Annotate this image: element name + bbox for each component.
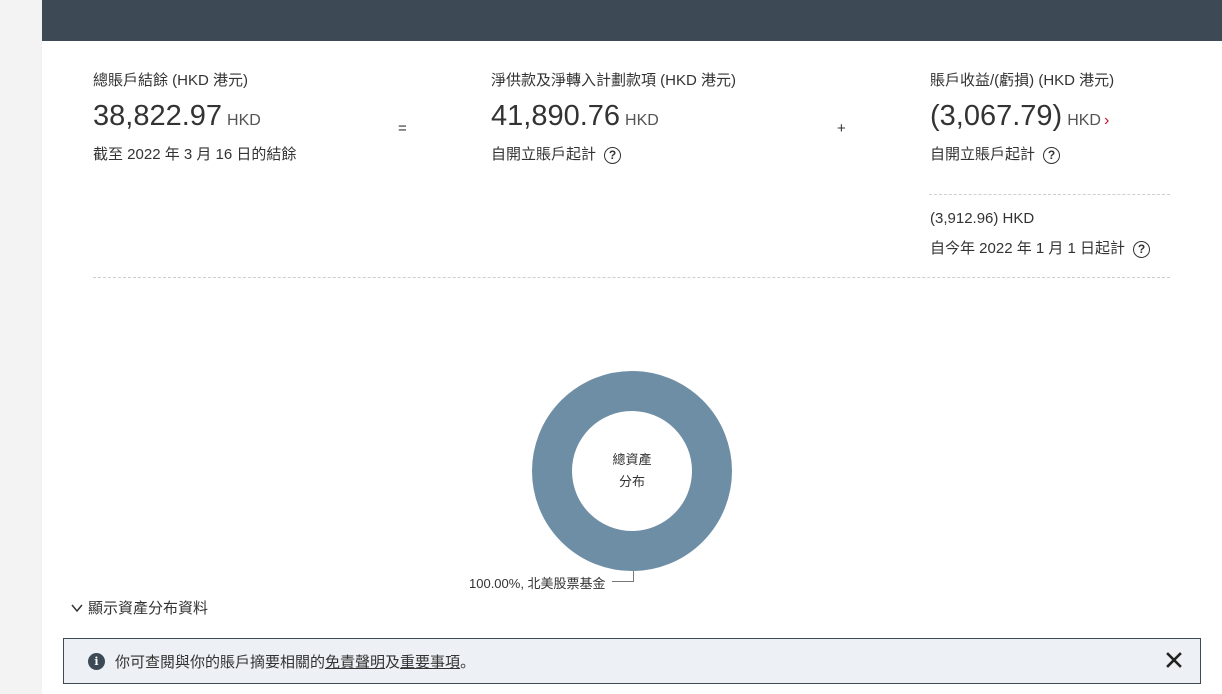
ytd-note: 自今年 2022 年 1 月 1 日起計 — [930, 240, 1126, 257]
balance-label: 總賬戶結餘 (HKD 港元) — [93, 72, 248, 89]
contributions-note: 自開立賬戶起計 — [491, 146, 597, 163]
slice-label: 100.00%, 北美股票基金 — [469, 576, 606, 591]
balance-date-note: 截至 2022 年 3 月 16 日的結餘 — [93, 146, 297, 163]
ytd-section: (3,912.96) HKD 自今年 2022 年 1 月 1 日起計 ? — [930, 208, 1151, 260]
contributions-note-row: 自開立賬戶起計 ? — [491, 144, 736, 166]
divider — [93, 277, 1170, 278]
show-allocation-toggle[interactable]: 顯示資產分布資料 — [70, 597, 208, 618]
chevron-right-icon[interactable]: › — [1104, 112, 1109, 129]
contributions-section: 淨供款及淨轉入計劃款項 (HKD 港元) 41,890.76 HKD 自開立賬戶起… — [491, 70, 736, 166]
balance-value: 38,822.97 — [93, 100, 223, 132]
donut-center-line2: 分布 — [618, 474, 645, 489]
asset-allocation-donut: 總資產 分布 — [532, 371, 732, 571]
gain-loss-note-row: 自開立賬戶起計 ? — [930, 144, 1114, 166]
balance-section: 總賬戶結餘 (HKD 港元) 38,822.97 HKD 截至 2022 年 3 … — [93, 70, 296, 166]
help-icon[interactable]: ? — [1043, 146, 1061, 164]
help-icon[interactable]: ? — [604, 146, 622, 164]
info-icon: i — [88, 652, 105, 670]
ytd-value: (3,912.96) HKD — [930, 210, 1035, 227]
account-summary-card: 總賬戶結餘 (HKD 港元) 38,822.97 HKD 截至 2022 年 3 … — [42, 0, 1222, 694]
gain-loss-note: 自開立賬戶起計 — [930, 146, 1036, 163]
disclaimer-link[interactable]: 免責聲明 — [325, 654, 385, 671]
notice-text: 你可查閱與你的賬戶摘要相關的免責聲明及重要事項。 — [115, 651, 475, 672]
gain-loss-amount-link[interactable]: (3,067.79) HKD › — [930, 98, 1114, 134]
disclaimer-notice: i 你可查閱與你的賬戶摘要相關的免責聲明及重要事項。 — [63, 638, 1201, 684]
gain-loss-label: 賬戶收益/(虧損) (HKD 港元) — [930, 72, 1115, 89]
divider — [929, 194, 1170, 195]
notice-text-middle: 及 — [385, 653, 401, 671]
important-matters-link[interactable]: 重要事項 — [400, 654, 460, 671]
show-allocation-label: 顯示資產分布資料 — [88, 600, 209, 617]
equals-sign: = — [398, 120, 407, 137]
balance-currency: HKD — [227, 112, 261, 129]
contributions-label: 淨供款及淨轉入計劃款項 (HKD 港元) — [491, 72, 736, 89]
contributions-amount: 41,890.76 HKD — [491, 98, 736, 134]
plus-sign: + — [837, 120, 846, 137]
donut-center-line1: 總資產 — [612, 452, 652, 467]
contributions-value: 41,890.76 — [491, 100, 621, 132]
ytd-note-row: 自今年 2022 年 1 月 1 日起計 ? — [930, 238, 1151, 260]
help-icon[interactable]: ? — [1133, 240, 1151, 258]
balance-amount: 38,822.97 HKD — [93, 98, 296, 134]
gain-loss-section: 賬戶收益/(虧損) (HKD 港元) (3,067.79) HKD › 自開立賬戶起… — [930, 70, 1114, 166]
donut-center-label: 總資產 分布 — [532, 371, 732, 571]
notice-text-after: 。 — [460, 653, 476, 671]
header-bar — [42, 0, 1222, 41]
slice-leader-line — [612, 571, 634, 582]
close-icon[interactable] — [1164, 650, 1184, 670]
gain-loss-currency: HKD — [1067, 112, 1101, 129]
gain-loss-value: (3,067.79) — [930, 100, 1063, 132]
notice-text-before: 你可查閱與你的賬戶摘要相關的 — [115, 653, 326, 671]
contributions-currency: HKD — [625, 112, 659, 129]
chevron-down-icon — [71, 604, 83, 612]
